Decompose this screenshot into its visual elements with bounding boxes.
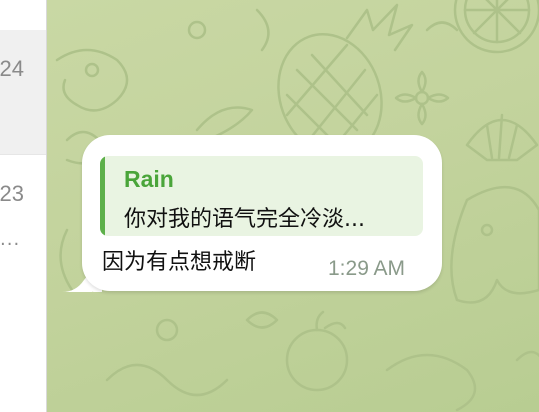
reply-accent-bar (100, 156, 105, 236)
reply-quoted-text: 你对我的语气完全冷淡... (124, 207, 365, 232)
chat-list-item[interactable]: 23 ... (0, 155, 46, 265)
chat-list-item-time: 24 (0, 56, 24, 81)
message-timestamp: 1:29 AM (328, 257, 406, 280)
chat-list-item-time: 23 (0, 181, 24, 206)
reply-quote[interactable]: Rain 你对我的语气完全冷淡... (100, 156, 423, 236)
chat-list-item-snippet: ... (0, 229, 21, 250)
reply-sender-name: Rain (124, 166, 174, 192)
chat-list[interactable]: 24 23 ... (0, 0, 47, 412)
message-text: 因为有点想戒断 (102, 250, 257, 275)
chat-list-item[interactable]: 24 (0, 30, 46, 154)
app-window: 24 23 ... Rain 你对我的语气完全冷淡... 因为有点想戒断 1:2… (0, 0, 539, 412)
